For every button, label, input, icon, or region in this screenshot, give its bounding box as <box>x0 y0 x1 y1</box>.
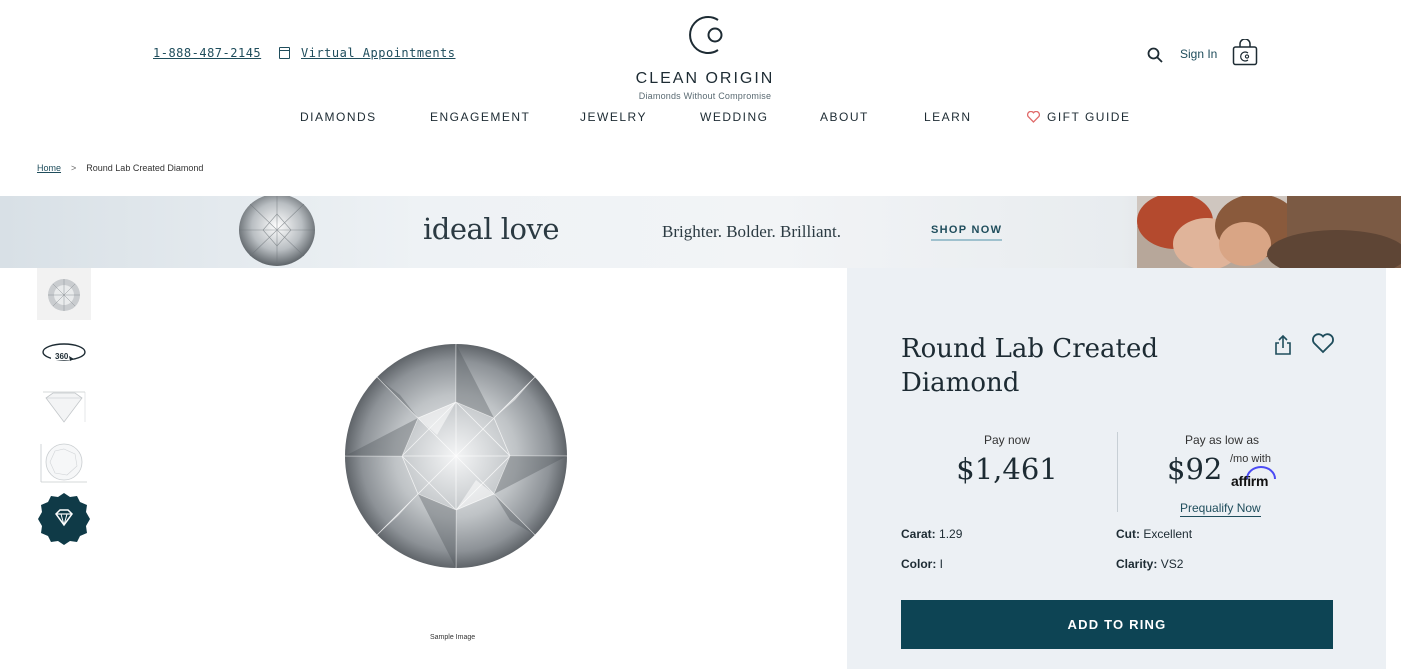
share-icon[interactable] <box>1273 334 1293 356</box>
monthly-price: $92 <box>1167 452 1223 486</box>
thumbnail-360[interactable]: 360 <box>37 326 91 378</box>
product-panel: Round Lab Created Diamond Pay now $1,461… <box>847 268 1386 669</box>
logo-tagline: Diamonds Without Compromise <box>638 91 772 101</box>
nav-learn[interactable]: LEARN <box>924 110 972 124</box>
spec-cut-label: Cut: <box>1116 527 1140 541</box>
nav-about[interactable]: ABOUT <box>820 110 869 124</box>
spec-carat-label: Carat: <box>901 527 936 541</box>
spec-color-value: I <box>939 557 944 571</box>
nav-diamonds[interactable]: DIAMONDS <box>300 110 377 124</box>
banner-brand: ideal love <box>423 212 560 246</box>
calendar-icon <box>279 47 290 59</box>
affirm-logo: affirm <box>1231 473 1269 489</box>
spec-clarity-value: VS2 <box>1160 557 1184 571</box>
thumbnail-photo[interactable] <box>37 268 91 320</box>
nav-gift-guide[interactable]: GIFT GUIDE <box>1047 110 1130 124</box>
diamond-top-view-icon <box>40 443 87 483</box>
promo-banner[interactable]: ideal love Brighter. Bolder. Brilliant. … <box>0 196 1401 268</box>
spec-clarity-label: Clarity: <box>1116 557 1158 571</box>
rotate-360-label: 360 <box>55 352 69 361</box>
heart-icon <box>1027 111 1040 123</box>
spec-clarity: Clarity: VS2 <box>1116 557 1183 571</box>
add-to-ring-button[interactable]: ADD TO RING <box>901 600 1333 649</box>
sample-image-caption: Sample Image <box>430 634 476 641</box>
banner-couple-photo <box>1137 196 1401 268</box>
spec-carat: Carat: 1.29 <box>901 527 962 541</box>
breadcrumb: Home > Round Lab Created Diamond <box>37 163 203 173</box>
logo-name: CLEAN ORIGIN <box>635 70 775 87</box>
shop-now-button[interactable]: SHOP NOW <box>931 224 1003 241</box>
banner-diamond-image <box>239 196 315 266</box>
price-divider <box>1117 432 1118 512</box>
spec-color-label: Color: <box>901 557 937 571</box>
nav-wedding[interactable]: WEDDING <box>700 110 769 124</box>
site-header: 1-888-487-2145 Virtual Appointments CLEA… <box>0 0 1401 101</box>
spec-color: Color: I <box>901 557 943 571</box>
pay-as-low-label: Pay as low as <box>1184 433 1260 447</box>
nav-jewelry[interactable]: JEWELRY <box>580 110 647 124</box>
price: $1,461 <box>956 452 1058 486</box>
thumbnail-top-diagram[interactable] <box>37 436 91 488</box>
breadcrumb-current: Round Lab Created Diamond <box>86 163 204 173</box>
main-diamond-image[interactable] <box>340 340 572 572</box>
logo-mark-icon <box>689 16 723 54</box>
phone-link[interactable]: 1-888-487-2145 <box>153 46 261 60</box>
sign-in-link[interactable]: Sign In <box>1180 47 1217 61</box>
virtual-appointments-link[interactable]: Virtual Appointments <box>301 46 456 60</box>
thumb-diamond-image <box>37 268 91 320</box>
certificate-badge-icon <box>38 493 90 545</box>
monthly-suffix: /mo with <box>1230 453 1271 465</box>
spec-cut: Cut: Excellent <box>1116 527 1192 541</box>
main-nav: DIAMONDS ENGAGEMENT JEWELRY WEDDING ABOU… <box>0 110 1401 130</box>
breadcrumb-separator: > <box>71 163 77 173</box>
product-title: Round Lab Created Diamond <box>901 334 1158 398</box>
search-icon[interactable] <box>1147 47 1163 63</box>
nav-engagement[interactable]: ENGAGEMENT <box>430 110 530 124</box>
shopping-bag-icon[interactable] <box>1232 39 1258 66</box>
banner-tagline: Brighter. Bolder. Brilliant. <box>662 222 841 241</box>
breadcrumb-home[interactable]: Home <box>37 163 61 173</box>
favorite-heart-icon[interactable] <box>1311 332 1335 354</box>
spec-cut-value: Excellent <box>1143 527 1193 541</box>
thumbnail-side-profile[interactable] <box>37 380 91 432</box>
pay-now-label: Pay now <box>983 433 1031 447</box>
diamond-profile-icon <box>43 391 86 423</box>
spec-carat-value: 1.29 <box>939 527 963 541</box>
logo[interactable]: CLEAN ORIGIN Diamonds Without Compromise <box>600 10 810 101</box>
prequalify-link[interactable]: Prequalify Now <box>1180 501 1261 517</box>
rotate-360-icon: 360 <box>42 343 86 361</box>
thumbnail-certificate[interactable] <box>37 492 91 545</box>
